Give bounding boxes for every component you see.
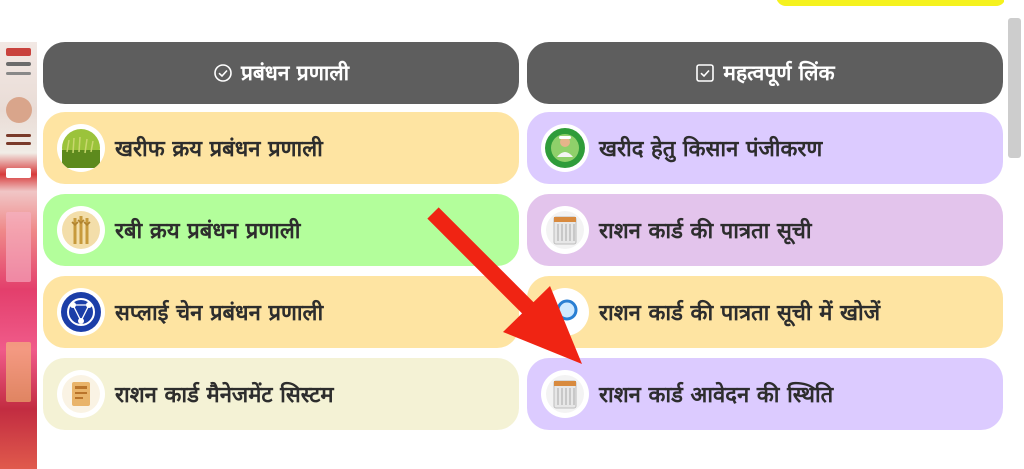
important-links-title: महत्वपूर्ण लिंक xyxy=(723,61,835,85)
farmer-icon xyxy=(541,124,589,172)
link-label: खरीफ क्रय प्रबंधन प्रणाली xyxy=(115,137,323,162)
link-ration-eligibility-list[interactable]: राशन कार्ड की पात्रता सूची xyxy=(527,194,1003,266)
link-kharif-procurement[interactable]: खरीफ क्रय प्रबंधन प्रणाली xyxy=(43,112,519,184)
link-search-eligibility-list[interactable]: राशन कार्ड की पात्रता सूची में खोजें xyxy=(527,276,1003,348)
link-farmer-registration[interactable]: खरीद हेतु किसान पंजीकरण xyxy=(527,112,1003,184)
scrollbar-thumb[interactable] xyxy=(1008,18,1021,158)
paddy-field-icon xyxy=(57,124,105,172)
link-label: रबी क्रय प्रबंधन प्रणाली xyxy=(115,219,301,244)
check-circle-icon xyxy=(213,63,233,83)
check-square-icon xyxy=(695,63,715,83)
link-ration-application-status[interactable]: राशन कार्ड आवेदन की स्थिति xyxy=(527,358,1003,430)
side-banner-image xyxy=(0,42,37,469)
ration-list-icon xyxy=(541,206,589,254)
wheat-icon xyxy=(57,206,105,254)
link-rabi-procurement[interactable]: रबी क्रय प्रबंधन प्रणाली xyxy=(43,194,519,266)
link-label: सप्लाई चेन प्रबंधन प्रणाली xyxy=(115,301,324,326)
link-label: राशन कार्ड मैनेजमेंट सिस्टम xyxy=(115,383,334,408)
application-status-icon xyxy=(541,370,589,418)
management-systems-title: प्रबंधन प्रणाली xyxy=(240,61,350,85)
link-supply-chain[interactable]: सप्लाई चेन प्रबंधन प्रणाली xyxy=(43,276,519,348)
ration-card-logo-icon xyxy=(57,370,105,418)
management-systems-panel: प्रबंधन प्रणाली खरीफ क्रय प्रबंधन प्रणाल… xyxy=(43,42,519,430)
link-label: राशन कार्ड आवेदन की स्थिति xyxy=(599,383,834,408)
important-links-header: महत्वपूर्ण लिंक xyxy=(527,42,1003,104)
search-magnifier-icon xyxy=(541,288,589,336)
top-tab-edge[interactable] xyxy=(776,0,1006,6)
link-label: खरीद हेतु किसान पंजीकरण xyxy=(599,137,823,162)
link-label: राशन कार्ड की पात्रता सूची xyxy=(599,219,812,244)
management-systems-header: प्रबंधन प्रणाली xyxy=(43,42,519,104)
link-ration-card-management[interactable]: राशन कार्ड मैनेजमेंट सिस्टम xyxy=(43,358,519,430)
link-label: राशन कार्ड की पात्रता सूची में खोजें xyxy=(599,301,881,326)
supply-chain-globe-icon xyxy=(57,288,105,336)
important-links-panel: महत्वपूर्ण लिंक खरीद हेतु किसान पंजीकरण … xyxy=(527,42,1003,430)
